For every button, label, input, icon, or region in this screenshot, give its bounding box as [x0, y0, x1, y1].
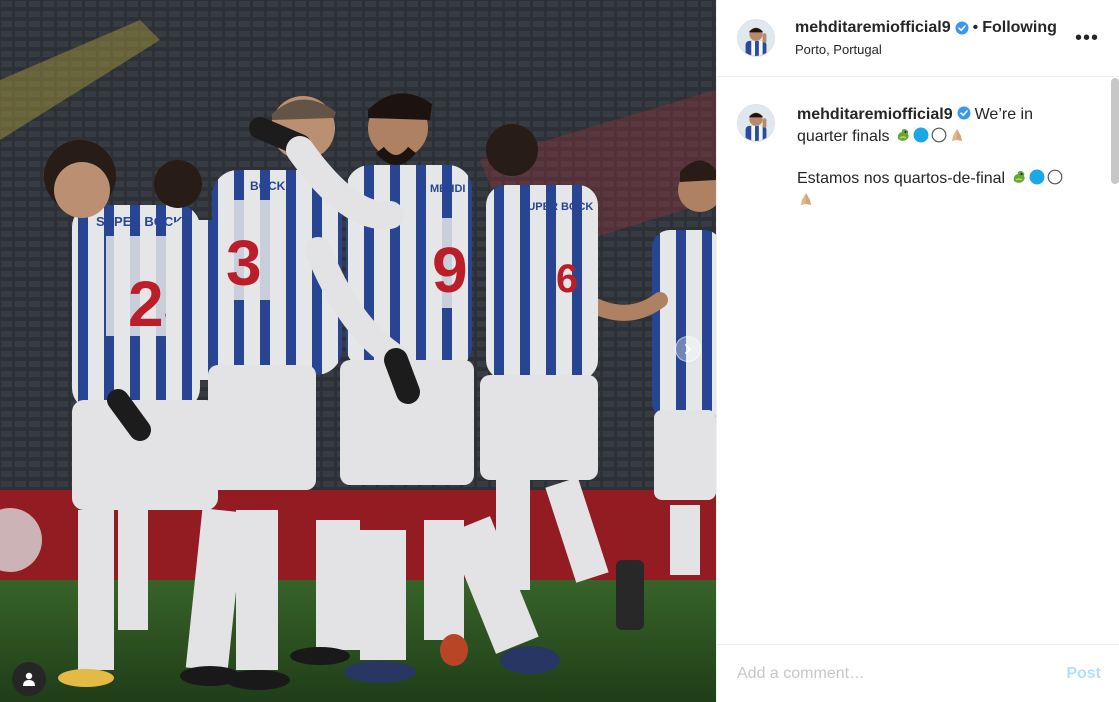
post-details-panel: mehditaremiofficial9 • Following Porto, …	[716, 0, 1119, 702]
team-celebration-image: 6 SUPER BOCK 23 SUPER BOCK 3 BOCK 9 MEHD…	[0, 0, 716, 702]
tagged-users-button[interactable]	[12, 662, 46, 696]
verified-badge-icon	[955, 21, 969, 35]
dragon-emoji-icon	[897, 129, 909, 141]
separator-dot: •	[972, 19, 979, 36]
post-caption: mehditaremiofficial9 We’re in quarter fin…	[717, 78, 1119, 212]
blue-circle-emoji-icon	[913, 127, 929, 143]
caption-text: mehditaremiofficial9 We’re in quarter fin…	[797, 104, 1067, 212]
more-options-button[interactable]: •••	[1071, 23, 1103, 54]
comments-scrollbar[interactable]	[1111, 78, 1119, 184]
post-header-row: mehditaremiofficial9 • Following	[795, 19, 1071, 37]
blue-circle-emoji-icon	[1029, 169, 1045, 185]
white-circle-emoji-icon	[931, 127, 947, 143]
dragon-emoji-icon	[1013, 171, 1025, 183]
post-photo[interactable]: 6 SUPER BOCK 23 SUPER BOCK 3 BOCK 9 MEHD…	[0, 0, 716, 702]
next-image-button[interactable]	[675, 336, 701, 362]
caption-line-2: Estamos nos quartos-de-final	[797, 170, 1006, 187]
comment-input[interactable]	[737, 664, 1067, 683]
user-icon	[23, 672, 35, 686]
profile-picture	[738, 20, 774, 56]
profile-picture	[738, 105, 774, 141]
folded-hands-emoji-icon	[801, 193, 811, 205]
caption-username[interactable]: mehditaremiofficial9	[797, 106, 953, 123]
add-comment-bar: Post	[717, 644, 1119, 702]
white-circle-emoji-icon	[1047, 169, 1062, 185]
post-comment-button[interactable]: Post	[1066, 665, 1101, 683]
following-button[interactable]: Following	[982, 19, 1057, 37]
chevron-right-icon	[685, 344, 692, 354]
post-header-text: mehditaremiofficial9 • Following Porto, …	[795, 19, 1071, 57]
comments-area[interactable]: mehditaremiofficial9 We’re in quarter fin…	[717, 78, 1119, 644]
post-location[interactable]: Porto, Portugal	[795, 42, 1071, 57]
verified-badge-icon	[957, 106, 971, 120]
avatar[interactable]	[737, 19, 775, 57]
caption-paragraph-1: mehditaremiofficial9 We’re in quarter fin…	[797, 104, 1067, 148]
caption-avatar[interactable]	[737, 104, 775, 142]
caption-paragraph-2: Estamos nos quartos-de-final	[797, 168, 1067, 212]
post-username[interactable]: mehditaremiofficial9	[795, 19, 951, 37]
post-header: mehditaremiofficial9 • Following Porto, …	[717, 0, 1119, 77]
folded-hands-emoji-icon	[951, 129, 962, 141]
